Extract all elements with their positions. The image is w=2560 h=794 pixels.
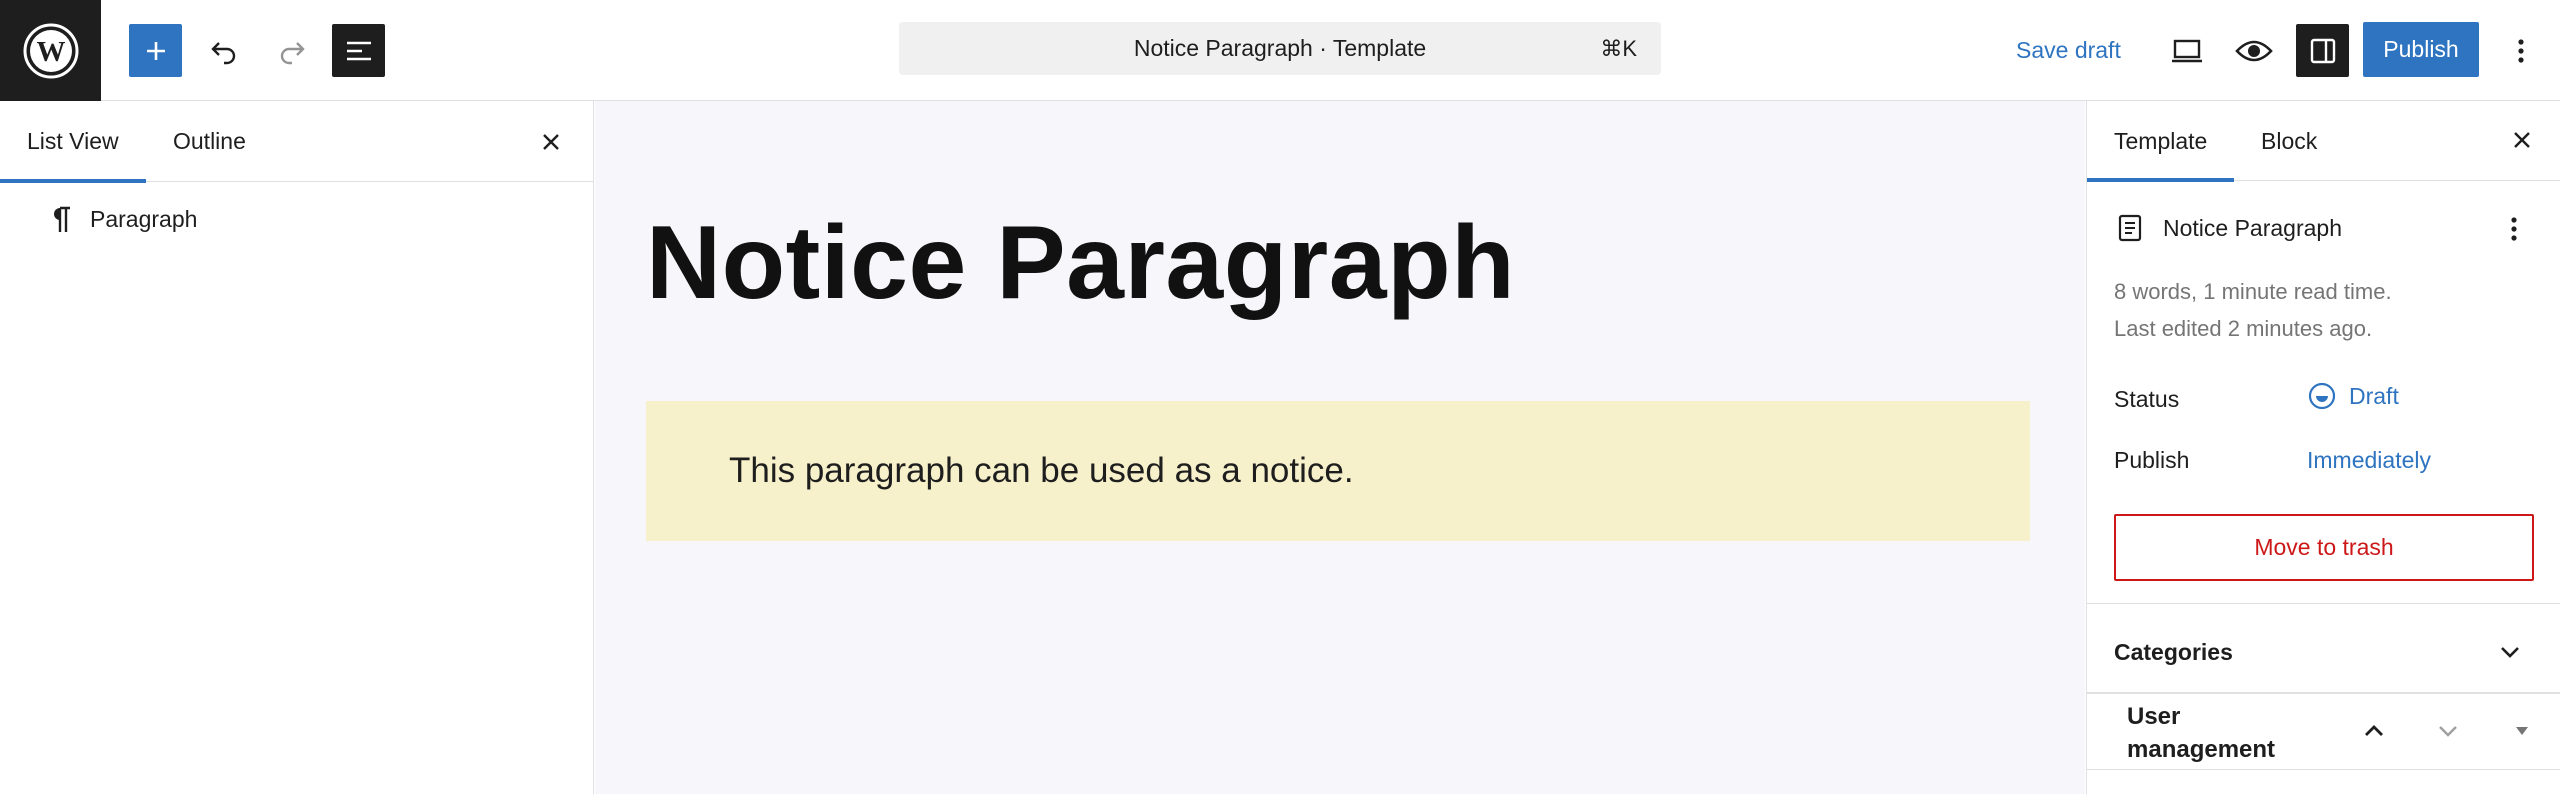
svg-text:W: W: [36, 36, 65, 68]
undo-button[interactable]: [197, 24, 250, 77]
desktop-icon: [2171, 39, 2202, 62]
keyboard-shortcut-hint: ⌘K: [1600, 36, 1637, 61]
publish-button[interactable]: Publish: [2363, 22, 2479, 77]
more-vertical-icon: [2517, 38, 2524, 63]
redo-icon: [280, 41, 305, 64]
undo-icon: [210, 41, 235, 64]
close-icon: [543, 134, 559, 150]
command-palette-button[interactable]: Notice Paragraph · Template ⌘K: [899, 22, 1661, 75]
tab-block[interactable]: Block: [2261, 101, 2317, 181]
user-management-panel: User management: [2087, 693, 2560, 770]
settings-sidebar: Template Block Notice Paragraph 8 words,…: [2086, 101, 2560, 794]
save-draft-button[interactable]: Save draft: [2004, 24, 2133, 77]
editor-canvas[interactable]: Notice Paragraph This paragraph can be u…: [595, 101, 2085, 794]
sidebar-tabs: Template Block: [2086, 101, 2560, 182]
status-toggle-button[interactable]: Draft: [2307, 381, 2399, 411]
close-icon: [2514, 132, 2530, 148]
tab-list-view[interactable]: List View: [0, 101, 146, 183]
document-overview-button[interactable]: [332, 24, 385, 77]
add-block-button[interactable]: [129, 24, 182, 77]
word-count-meta: 8 words, 1 minute read time.: [2114, 279, 2392, 304]
sidebar-icon: [2310, 38, 2335, 63]
settings-toggle-button[interactable]: [2296, 24, 2349, 77]
paragraph-icon: [54, 206, 70, 232]
overview-tabs: List View Outline: [0, 101, 593, 183]
chevron-down-icon: [2439, 726, 2457, 737]
move-up-button[interactable]: [2357, 714, 2391, 748]
list-item-label: Paragraph: [90, 205, 198, 232]
status-label: Status: [2114, 386, 2180, 412]
user-management-label: User management: [2127, 703, 2276, 763]
editor-header: W Notice Paragraph · Template ⌘K Save dr…: [0, 0, 2560, 101]
close-settings-button[interactable]: [2505, 123, 2539, 157]
device-preview-button[interactable]: [2160, 24, 2213, 77]
divider: [2087, 769, 2560, 770]
document-card: Notice Paragraph: [2117, 204, 2342, 252]
notice-text[interactable]: This paragraph can be used as a notice.: [729, 451, 1354, 491]
view-post-button[interactable]: [2227, 24, 2280, 77]
close-overview-button[interactable]: [534, 125, 568, 159]
move-to-trash-button[interactable]: Move to trash: [2114, 514, 2534, 581]
publish-date-label: Publish: [2114, 447, 2190, 473]
chevron-down-icon: [2493, 635, 2527, 669]
document-actions-button[interactable]: [2497, 209, 2531, 249]
document-icon: [2118, 214, 2142, 242]
redo-button[interactable]: [265, 24, 318, 77]
document-title: Notice Paragraph · Template: [1133, 35, 1427, 61]
panel-toggle-button[interactable]: [2505, 714, 2539, 748]
move-down-button[interactable]: [2431, 714, 2465, 748]
wordpress-logo-button[interactable]: W: [0, 0, 101, 101]
document-overview-panel: List View Outline Paragraph: [0, 101, 594, 794]
document-card-title: Notice Paragraph: [2163, 214, 2342, 241]
status-value: Draft: [2349, 382, 2399, 409]
draft-status-icon: [2308, 382, 2336, 410]
more-vertical-icon: [2511, 217, 2517, 241]
page-title[interactable]: Notice Paragraph: [646, 201, 1515, 326]
publish-date-button[interactable]: Immediately: [2307, 447, 2431, 474]
chevron-up-icon: [2365, 725, 2383, 736]
tab-outline[interactable]: Outline: [173, 101, 246, 182]
list-item[interactable]: Paragraph: [50, 199, 197, 239]
wordpress-icon: W: [23, 23, 78, 78]
tab-template[interactable]: Template: [2086, 101, 2235, 182]
preview-icon: [2234, 40, 2273, 61]
caret-down-icon: [2516, 727, 2528, 735]
last-edited-meta: Last edited 2 minutes ago.: [2114, 316, 2373, 341]
categories-label: Categories: [2114, 639, 2233, 665]
categories-panel-toggle[interactable]: Categories: [2087, 611, 2560, 693]
list-view-icon: [346, 41, 371, 60]
notice-paragraph-block[interactable]: This paragraph can be used as a notice.: [646, 401, 2030, 541]
plus-icon: [146, 41, 165, 60]
options-menu-button[interactable]: [2494, 24, 2547, 77]
